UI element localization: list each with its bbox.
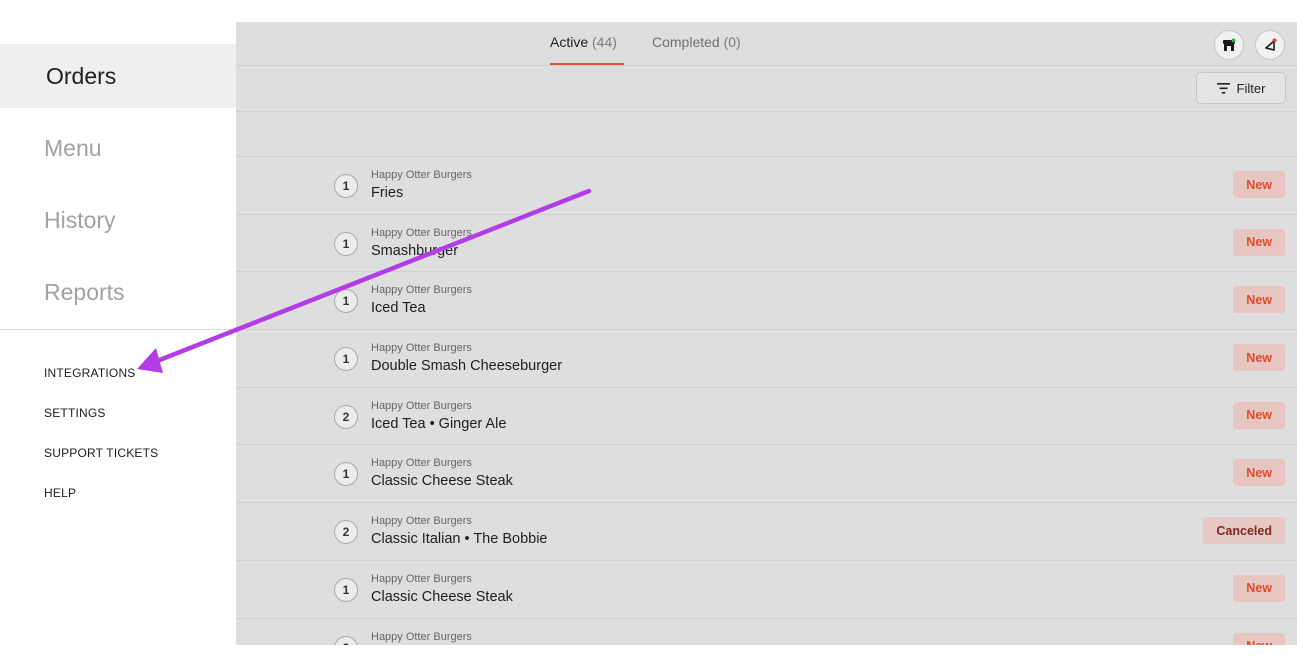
vendor-name: Happy Otter Burgers: [371, 399, 472, 412]
status-badge: New: [1233, 228, 1285, 256]
filter-label: Filter: [1236, 80, 1266, 96]
alert-button[interactable]: [1255, 30, 1285, 60]
status-badge: Canceled: [1203, 517, 1285, 545]
vendor-name: Happy Otter Burgers: [371, 169, 472, 181]
nav-item-reports[interactable]: Reports: [0, 260, 236, 324]
quantity-badge: 1: [334, 577, 358, 602]
order-items: Classic Cheese Steak: [371, 473, 513, 490]
status-badge: New: [1233, 401, 1285, 429]
order-items: Smashburger: [371, 242, 459, 259]
vendor-name: Happy Otter Burgers: [371, 457, 472, 470]
nav-link-support-tickets[interactable]: SUPPORT TICKETS: [44, 446, 158, 460]
nav-item-orders[interactable]: Orders: [0, 44, 236, 108]
nav-item-history[interactable]: History: [0, 188, 236, 252]
quantity-badge: 1: [334, 347, 358, 372]
nav-drawer: Orders Menu History Reports INTEGRATIONS…: [0, 22, 236, 645]
status-badge: New: [1233, 632, 1285, 645]
quantity-badge: 1: [334, 231, 358, 256]
order-items: Iced Tea: [371, 300, 426, 317]
tab-active-label: Active: [550, 34, 589, 50]
quantity-badge: 1: [334, 174, 358, 198]
nav-item-menu[interactable]: Menu: [0, 116, 236, 180]
nav-link-help[interactable]: HELP: [44, 486, 76, 500]
order-items: Classic Cheese Steak: [371, 588, 513, 605]
vendor-name: Happy Otter Burgers: [371, 515, 472, 528]
filter-button[interactable]: Filter: [1196, 72, 1286, 104]
app-screen: Active (44) Completed (0) me, or items F…: [0, 0, 1297, 667]
quantity-badge: 1: [334, 289, 358, 314]
order-items: Fries: [371, 185, 404, 201]
order-items: Classic Italian • The Bobbie: [371, 531, 548, 548]
vendor-name: Happy Otter Burgers: [371, 630, 472, 643]
store-icon: [1223, 38, 1236, 51]
alert-icon: [1265, 38, 1277, 51]
vendor-name: Happy Otter Burgers: [371, 342, 472, 355]
tab-completed-label: Completed: [652, 34, 720, 50]
status-badge: New: [1233, 459, 1285, 487]
status-badge: New: [1233, 286, 1285, 314]
tab-active-count: (44): [592, 34, 617, 50]
tab-active[interactable]: Active (44): [550, 34, 617, 50]
active-tab-indicator: [550, 63, 624, 65]
tab-completed[interactable]: Completed (0): [652, 34, 741, 50]
filter-icon: [1216, 82, 1230, 94]
tab-completed-count: (0): [723, 34, 741, 50]
vendor-name: Happy Otter Burgers: [371, 572, 472, 585]
status-badge: New: [1233, 171, 1285, 198]
vendor-name: Happy Otter Burgers: [371, 284, 472, 297]
order-items: Double Smash Cheeseburger: [371, 358, 563, 375]
quantity-badge: 2: [334, 520, 358, 545]
quantity-badge: 2: [334, 404, 358, 429]
status-badge: New: [1233, 344, 1285, 372]
vendor-name: Happy Otter Burgers: [371, 226, 472, 239]
nav-link-settings[interactable]: SETTINGS: [44, 406, 106, 420]
order-items: Iced Tea • Ginger Ale: [371, 415, 507, 432]
quantity-badge: 2: [334, 635, 358, 645]
status-badge: New: [1233, 574, 1285, 602]
nav-divider: [0, 329, 236, 330]
quantity-badge: 1: [334, 462, 358, 487]
store-button[interactable]: [1214, 30, 1244, 60]
nav-link-integrations[interactable]: INTEGRATIONS: [44, 366, 136, 380]
